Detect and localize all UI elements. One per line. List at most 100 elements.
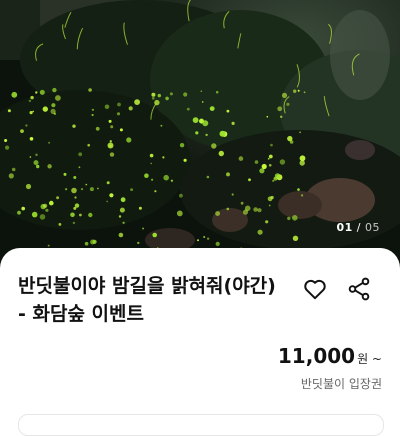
firefly-dot (72, 221, 76, 225)
firefly-dot (109, 140, 113, 143)
firefly-dot (118, 232, 124, 238)
firefly-dot (47, 244, 50, 247)
firefly-dot (110, 125, 114, 129)
firefly-dot (106, 200, 108, 203)
ticket-name: 반딧불이 입장권 (300, 377, 382, 391)
firefly-dot (277, 106, 283, 112)
hero-image[interactable]: 01 / 05 (0, 0, 400, 275)
firefly-dot (91, 113, 94, 117)
firefly-dot (218, 150, 224, 157)
firefly-dot (104, 104, 110, 110)
firefly-dot (257, 229, 263, 235)
firefly-dot (150, 162, 152, 165)
price-value: 11,000 (277, 344, 356, 368)
firefly-dot (91, 108, 94, 111)
firefly-dot (292, 235, 299, 241)
firefly-dot (11, 91, 18, 98)
firefly-dot (39, 89, 45, 95)
firefly-dot (151, 96, 155, 100)
firefly-dot (95, 126, 100, 131)
firefly-dot (201, 101, 204, 103)
share-icon[interactable] (346, 276, 372, 302)
firefly-dot (272, 179, 275, 182)
firefly-dot (71, 187, 77, 194)
firefly-dot (109, 193, 114, 198)
firefly-dot (192, 117, 199, 123)
firefly-dot (183, 158, 187, 162)
firefly-dot (257, 208, 262, 213)
firefly-dot (231, 193, 234, 196)
price-row: 11,000 원 ~ (278, 344, 382, 368)
firefly-dot (215, 211, 221, 216)
firefly-dot (120, 197, 126, 203)
firefly-dot (109, 152, 115, 157)
firefly-dot (17, 210, 21, 215)
price-unit: 원 ~ (357, 352, 382, 366)
firefly-dot (287, 135, 293, 142)
product-title: 반딧불이야 밤길을 밝혀줘(야간) - 화담숲 이벤트 (18, 275, 276, 325)
firefly-dot (299, 131, 301, 134)
firefly-dot (287, 216, 291, 221)
firefly-dot (30, 95, 34, 100)
firefly-dot (65, 188, 68, 191)
firefly-dot (157, 93, 161, 98)
firefly-dot (261, 163, 267, 170)
firefly-dot (85, 183, 88, 186)
firefly-dot (29, 111, 33, 115)
firefly-dot (303, 91, 306, 94)
firefly-dot (280, 115, 283, 119)
heart-icon[interactable] (302, 276, 328, 302)
firefly-dot (231, 121, 235, 125)
firefly-dot (209, 106, 215, 111)
image-counter: 01 / 05 (336, 221, 380, 234)
firefly-dot (28, 99, 32, 103)
firefly-dot (134, 99, 141, 105)
firefly-dot (226, 172, 230, 177)
firefly-dot (116, 112, 121, 116)
firefly-dot (11, 167, 16, 172)
firefly-dot (219, 130, 226, 137)
firefly-dot (74, 203, 80, 208)
firefly-dot (43, 203, 48, 208)
image-counter-current: 01 (336, 221, 353, 234)
firefly-dot (50, 108, 56, 114)
option-box[interactable] (18, 414, 384, 436)
firefly-dot (267, 157, 270, 160)
firefly-dot (211, 143, 217, 149)
firefly-dot (244, 205, 251, 212)
firefly-dot (202, 120, 209, 127)
firefly-dot (170, 179, 173, 182)
firefly-dot (35, 91, 38, 94)
firefly-dot (7, 109, 11, 113)
firefly-dot (162, 156, 165, 159)
firefly-dot (197, 239, 199, 242)
firefly-dot (154, 190, 157, 193)
firefly-dot (281, 92, 288, 98)
firefly-dot (8, 173, 14, 179)
firefly-dot (268, 154, 273, 159)
firefly-dot (169, 92, 173, 96)
firefly-dot (21, 206, 26, 211)
firefly-dot (205, 133, 208, 137)
firefly-dot (183, 92, 188, 97)
firefly-dot (58, 223, 62, 226)
firefly-dot (142, 227, 145, 230)
firefly-dot (89, 187, 94, 192)
firefly-dot (128, 106, 133, 111)
firefly-dot (268, 204, 271, 207)
firefly-dot (42, 106, 48, 112)
firefly-dot (253, 207, 258, 212)
firefly-dot (90, 239, 96, 245)
firefly-dot (87, 143, 90, 147)
firefly-dot (84, 241, 89, 246)
firefly-dot (70, 212, 75, 218)
firefly-dot (48, 141, 51, 144)
firefly-dot (122, 221, 125, 224)
firefly-dot (179, 193, 183, 198)
firefly-dot (126, 137, 132, 143)
firefly-dot (301, 194, 304, 197)
firefly-dot (117, 102, 121, 107)
image-counter-separator: / (356, 221, 361, 234)
firefly-dot (279, 159, 286, 165)
firefly-dot (293, 89, 297, 93)
